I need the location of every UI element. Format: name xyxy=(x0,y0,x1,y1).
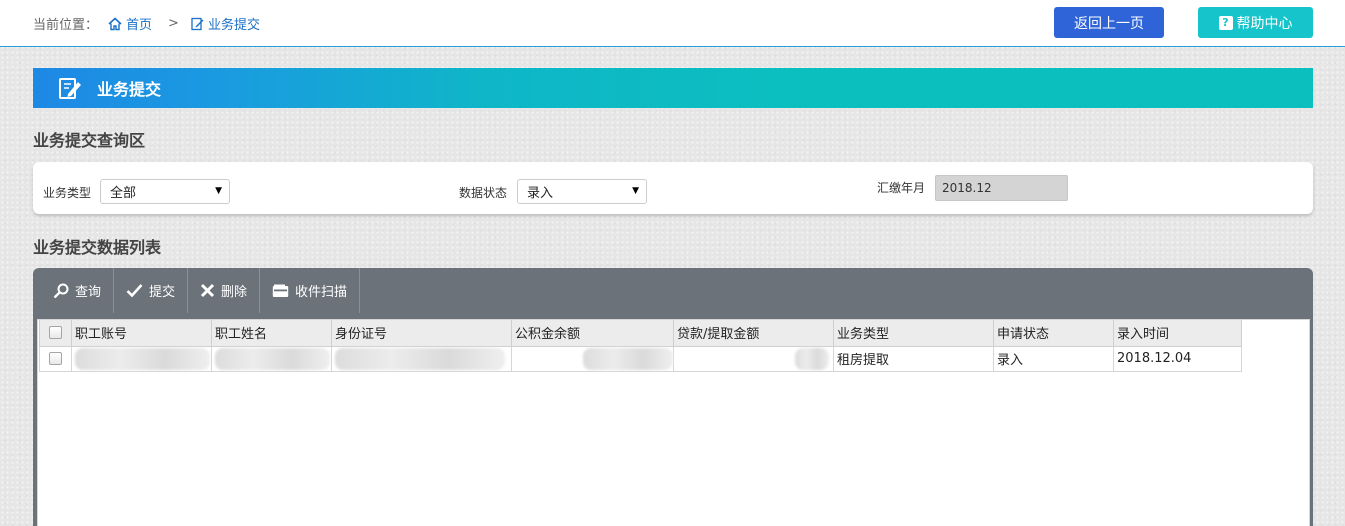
table-row[interactable]: 租房提取 录入 2018.12.04 xyxy=(39,345,1242,372)
column-header[interactable]: 贷款/提取金额 xyxy=(673,320,834,347)
business-type-cell: 租房提取 xyxy=(833,345,994,372)
column-header[interactable]: 申请状态 xyxy=(993,320,1114,347)
data-table: 职工账号 职工姓名 身份证号 公积金余额 贷款/提取金额 业务类型 申请状态 录… xyxy=(39,320,1242,372)
column-header[interactable]: 职工姓名 xyxy=(211,320,332,347)
home-icon xyxy=(108,16,122,30)
check-icon xyxy=(126,284,143,298)
data-grid-panel: 查询 提交 删除 收件扫描 职工账号 职工姓名 身份证号 公积金余额 贷款/提取… xyxy=(33,268,1313,526)
data-status-select[interactable]: 录入 ▼ xyxy=(517,179,647,204)
edit-form-icon xyxy=(57,75,83,101)
wallet-icon xyxy=(272,284,289,297)
close-icon xyxy=(200,283,215,298)
breadcrumb-home-link[interactable]: 首页 xyxy=(108,14,152,33)
breadcrumb: 当前位置： 首页 > 业务提交 xyxy=(33,14,260,33)
scan-button[interactable]: 收件扫描 xyxy=(260,268,361,313)
submit-button-label: 提交 xyxy=(149,285,176,300)
query-section-title: 业务提交查询区 xyxy=(33,131,146,150)
table-header-row: 职工账号 职工姓名 身份证号 公积金余额 贷款/提取金额 业务类型 申请状态 录… xyxy=(39,320,1242,347)
page-banner: 业务提交 xyxy=(33,68,1313,108)
query-button[interactable]: 查询 xyxy=(33,268,115,313)
redacted-text xyxy=(215,347,330,370)
data-status-value: 录入 xyxy=(527,186,554,201)
business-type-value: 全部 xyxy=(110,186,137,201)
breadcrumb-home-text: 首页 xyxy=(126,18,153,33)
redacted-text xyxy=(75,347,210,370)
delete-button-label: 删除 xyxy=(221,285,248,300)
row-checkbox[interactable] xyxy=(49,352,62,365)
breadcrumb-separator: > xyxy=(168,16,179,31)
id-number-cell xyxy=(331,345,512,372)
banner-title: 业务提交 xyxy=(97,80,162,99)
help-icon: ? xyxy=(1218,15,1233,30)
back-button[interactable]: 返回上一页 xyxy=(1054,7,1164,38)
entry-time-cell: 2018.12.04 xyxy=(1113,345,1242,372)
delete-button[interactable]: 删除 xyxy=(188,268,261,313)
scan-button-label: 收件扫描 xyxy=(295,285,348,300)
breadcrumb-current: 业务提交 xyxy=(191,14,260,33)
redacted-text xyxy=(583,347,673,370)
dropdown-arrow-icon: ▼ xyxy=(632,186,639,196)
business-type-select[interactable]: 全部 ▼ xyxy=(100,179,230,204)
column-header[interactable]: 身份证号 xyxy=(331,320,512,347)
back-button-label: 返回上一页 xyxy=(1074,15,1144,32)
edit-doc-icon xyxy=(191,17,204,30)
column-header[interactable]: 录入时间 xyxy=(1113,320,1242,347)
query-panel: 业务类型 全部 ▼ 数据状态 录入 ▼ 汇缴年月 2018.12 xyxy=(33,162,1313,214)
amount-cell xyxy=(673,345,834,372)
data-status-label: 数据状态 xyxy=(459,186,508,200)
pay-month-label: 汇缴年月 xyxy=(877,181,926,195)
breadcrumb-current-text: 业务提交 xyxy=(207,18,260,33)
search-icon xyxy=(53,283,69,298)
top-bar: 当前位置： 首页 > 业务提交 返回上一页 ? 帮助中心 xyxy=(0,0,1345,47)
redacted-text xyxy=(795,347,829,370)
breadcrumb-label: 当前位置： xyxy=(33,18,99,33)
pay-month-value: 2018.12 xyxy=(942,181,992,195)
balance-cell xyxy=(511,345,674,372)
select-all-checkbox[interactable] xyxy=(49,326,62,340)
help-center-button[interactable]: ? 帮助中心 xyxy=(1198,7,1313,38)
data-table-container: 职工账号 职工姓名 身份证号 公积金余额 贷款/提取金额 业务类型 申请状态 录… xyxy=(37,319,1310,526)
status-cell: 录入 xyxy=(993,345,1114,372)
name-cell xyxy=(211,345,332,372)
dropdown-arrow-icon: ▼ xyxy=(215,186,222,196)
query-button-label: 查询 xyxy=(75,285,102,300)
pay-month-field[interactable]: 2018.12 xyxy=(935,175,1068,201)
column-header[interactable]: 职工账号 xyxy=(71,320,212,347)
business-type-label: 业务类型 xyxy=(43,186,92,200)
column-header[interactable]: 公积金余额 xyxy=(511,320,674,347)
account-cell xyxy=(71,345,212,372)
redacted-text xyxy=(335,347,505,370)
select-all-cell xyxy=(39,320,72,347)
list-section-title: 业务提交数据列表 xyxy=(33,238,162,257)
row-select-cell xyxy=(39,345,72,372)
submit-button[interactable]: 提交 xyxy=(114,268,189,313)
grid-toolbar: 查询 提交 删除 收件扫描 xyxy=(33,268,361,313)
help-button-label: 帮助中心 xyxy=(1236,15,1293,32)
column-header[interactable]: 业务类型 xyxy=(833,320,994,347)
